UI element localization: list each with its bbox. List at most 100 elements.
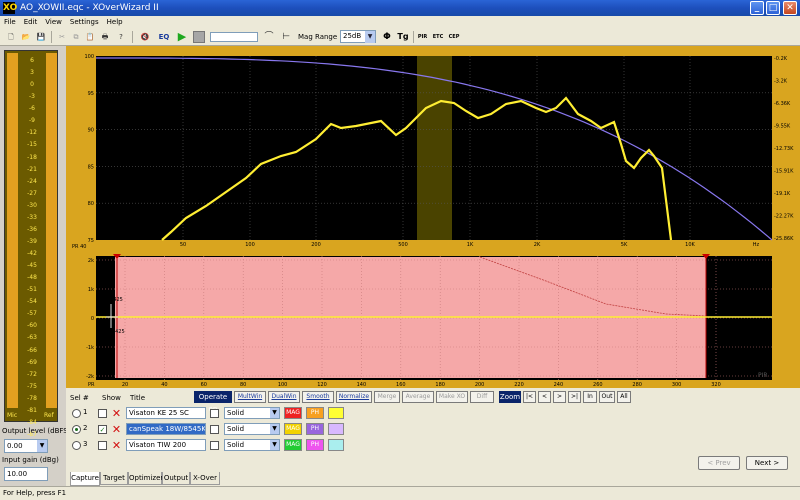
vu-label-ref: Ref <box>44 412 54 419</box>
show-checkbox-2[interactable]: ✓ <box>98 425 107 434</box>
input-gain-value: 10.00 <box>7 470 28 478</box>
freq-y-tick: 85 <box>88 164 94 170</box>
print-icon[interactable]: 🖶 <box>98 30 112 44</box>
line-style-select-3[interactable]: Solid ▼ <box>224 439 280 451</box>
menu-edit[interactable]: Edit <box>20 16 42 28</box>
freq-right-tick: -9.55K <box>774 124 791 130</box>
close-button[interactable]: ✕ <box>783 1 797 15</box>
smooth-button[interactable]: Smooth <box>302 391 334 403</box>
menu-file[interactable]: File <box>0 16 20 28</box>
line-style-select-1[interactable]: Solid ▼ <box>224 407 280 419</box>
delete-icon[interactable]: ✕ <box>111 424 122 435</box>
vu-scale-tick: -12 <box>27 129 37 137</box>
mute-icon[interactable]: 🔇 <box>138 30 152 44</box>
pir-button[interactable]: PIR <box>416 30 429 44</box>
zoom-in-button[interactable]: In <box>583 391 597 403</box>
delete-icon[interactable]: ✕ <box>111 408 122 419</box>
prev-button[interactable]: < Prev <box>698 456 740 470</box>
select-radio-3[interactable] <box>72 441 81 450</box>
tab-optimizer[interactable]: Optimizer <box>128 472 163 485</box>
vu-scale-tick: -63 <box>27 334 37 342</box>
freq-right-tick: -0.2K <box>774 56 788 62</box>
paste-icon[interactable]: 📋 <box>83 30 97 44</box>
time-y-tick: -1k <box>86 345 94 351</box>
chevron-down-icon: ▼ <box>37 440 47 452</box>
vu-scale-tick: -36 <box>27 225 37 233</box>
impulse-icon[interactable]: ⊢ <box>279 30 293 44</box>
next-button[interactable]: Next > <box>746 456 788 470</box>
diff-button[interactable]: Diff <box>470 391 494 403</box>
row-number-1: 1 <box>83 408 88 416</box>
vu-scale-tick: -9 <box>29 117 35 125</box>
tab-x-over[interactable]: X-Over <box>190 472 220 485</box>
extra-color-1[interactable] <box>328 407 344 419</box>
curve-title-2[interactable]: canSpeak 18W/8545K00 <box>126 423 206 435</box>
minimize-button[interactable]: _ <box>750 1 764 15</box>
etc-button[interactable]: ETC <box>431 30 445 44</box>
open-folder-icon[interactable]: 📂 <box>19 30 33 44</box>
eq-button[interactable]: EQ <box>156 30 172 44</box>
zoom-last-button[interactable]: >| <box>568 391 581 403</box>
zoom-out-button[interactable]: Out <box>599 391 615 403</box>
play-icon[interactable]: ▶ <box>175 30 189 44</box>
line-style-select-2[interactable]: Solid ▼ <box>224 423 280 435</box>
menu-settings[interactable]: Settings <box>66 16 103 28</box>
copy-icon[interactable]: ⧉ <box>69 30 83 44</box>
maximize-button[interactable]: □ <box>766 1 780 15</box>
vu-scale-tick: -24 <box>27 177 37 185</box>
mag-color-2[interactable]: MAG <box>284 423 302 435</box>
zoom-first-button[interactable]: |< <box>523 391 536 403</box>
vu-scale-tick: -18 <box>27 153 37 161</box>
save-icon[interactable]: 💾 <box>34 30 48 44</box>
vu-meter: 6 3 0 -3 -6 -9 -12 -15 -18 -21 -24 -27 -30 -33 -36 -39 -… <box>4 50 58 450</box>
status-bar: For Help, press F1 <box>0 486 800 500</box>
phase-button[interactable]: Φ <box>380 30 394 44</box>
input-gain-field[interactable]: 10.00 <box>4 467 48 481</box>
show-checkbox-3[interactable] <box>98 441 107 450</box>
ph-color-1[interactable]: PH <box>306 407 324 419</box>
freq-x-tick: 100 <box>245 242 255 248</box>
row-option-checkbox-3[interactable] <box>210 441 219 450</box>
row-option-checkbox-1[interactable] <box>210 409 219 418</box>
ph-color-2[interactable]: PH <box>306 423 324 435</box>
ph-color-3[interactable]: PH <box>306 439 324 451</box>
group-delay-button[interactable]: Tg <box>396 30 410 44</box>
curve-title-1[interactable]: Visaton KE 25 SC <box>126 407 206 419</box>
mag-range-select[interactable]: 25dB ▼ <box>340 30 376 43</box>
delete-icon[interactable]: ✕ <box>111 440 122 451</box>
zoom-prev-button[interactable]: < <box>538 391 551 403</box>
operate-on-label: Operate on <box>194 391 232 413</box>
tab-target[interactable]: Target <box>100 472 128 485</box>
vu-scale-tick: -6 <box>29 105 35 113</box>
output-level-field[interactable]: 0.00 ▼ <box>4 439 48 453</box>
stop-icon[interactable] <box>193 31 205 43</box>
menu-view[interactable]: View <box>41 16 66 28</box>
multwin-button[interactable]: MultWin <box>234 391 266 403</box>
tab-capture[interactable]: Capture <box>70 472 100 486</box>
normalize-button[interactable]: Normalize <box>336 391 372 403</box>
smooth-curve-icon[interactable]: ⌒ <box>262 30 276 44</box>
freq-corner-label: PR 40 <box>72 244 86 250</box>
menu-help[interactable]: Help <box>103 16 127 28</box>
cut-icon[interactable]: ✂ <box>55 30 69 44</box>
merge-button[interactable]: Merge <box>374 391 400 403</box>
curve-title-3[interactable]: Visaton TIW 200 <box>126 439 206 451</box>
select-radio-2[interactable] <box>72 425 81 434</box>
make-xo-button[interactable]: Make XO <box>436 391 468 403</box>
average-button[interactable]: Average <box>402 391 434 403</box>
zoom-all-button[interactable]: All <box>617 391 631 403</box>
show-checkbox-1[interactable] <box>98 409 107 418</box>
zoom-next-button[interactable]: > <box>553 391 566 403</box>
row-option-checkbox-2[interactable] <box>210 425 219 434</box>
dualwin-button[interactable]: DualWin <box>268 391 300 403</box>
context-help-icon[interactable]: ? <box>114 30 128 44</box>
extra-color-2[interactable] <box>328 423 344 435</box>
tab-output[interactable]: Output <box>162 472 190 485</box>
extra-color-3[interactable] <box>328 439 344 451</box>
cep-button[interactable]: CEP <box>447 30 461 44</box>
freq-right-tick: -12.73K <box>774 146 794 152</box>
mag-color-3[interactable]: MAG <box>284 439 302 451</box>
new-file-icon[interactable]: 🗋 <box>4 30 18 44</box>
select-radio-1[interactable] <box>72 409 81 418</box>
mag-color-1[interactable]: MAG <box>284 407 302 419</box>
